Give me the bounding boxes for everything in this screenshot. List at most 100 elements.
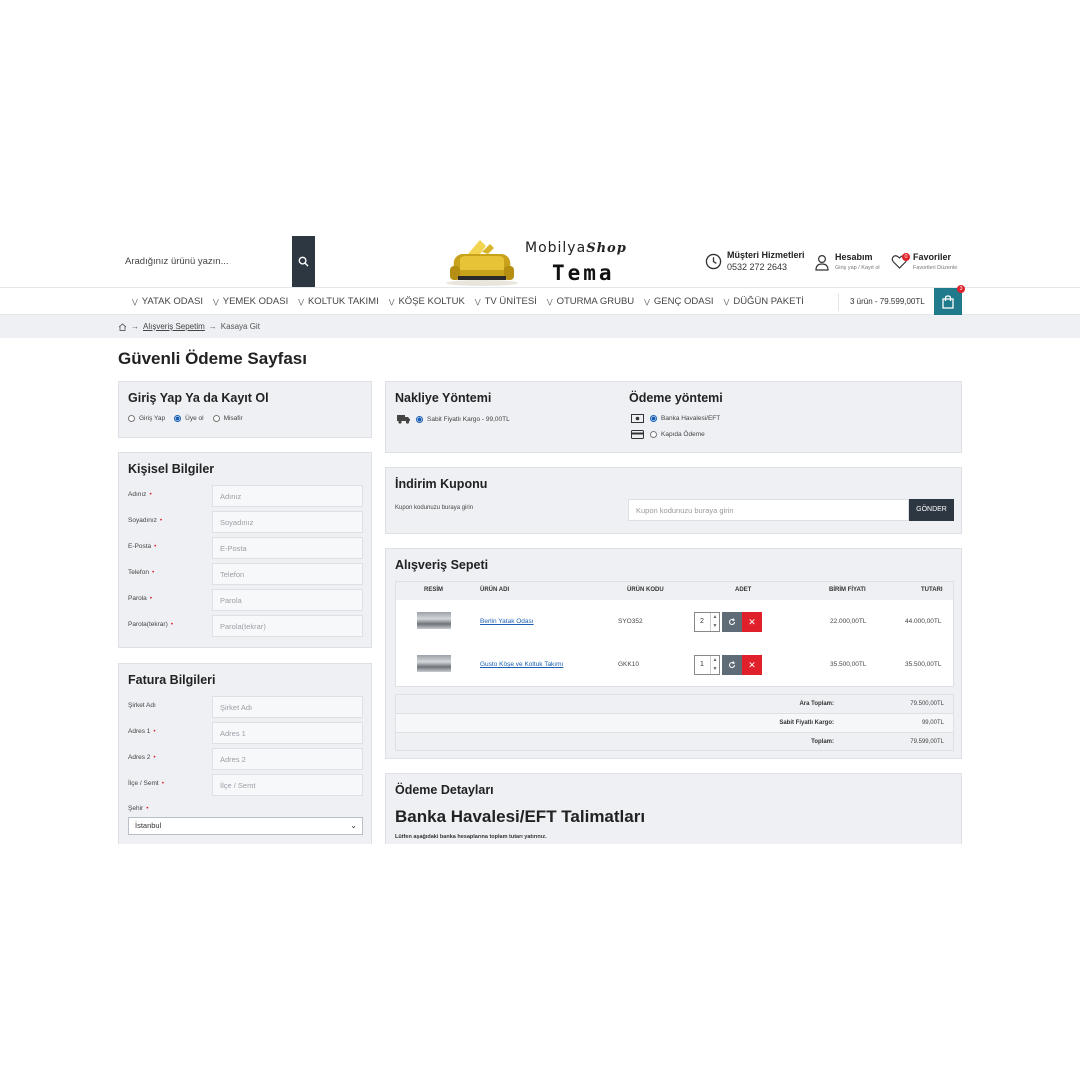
address2-label: Adres 2 • — [128, 754, 156, 761]
chevron-down-icon: ⋁ — [213, 298, 219, 306]
page-title: Güvenli Ödeme Sayfası — [118, 349, 307, 368]
account-link[interactable]: Hesabım Giriş yap / Kayıt ol — [814, 252, 880, 271]
radio-uye-ol[interactable]: Üye ol — [174, 415, 204, 422]
shipping-title: Nakliye Yöntemi — [395, 391, 492, 405]
product-link[interactable]: Berlin Yatak Odası — [480, 618, 534, 625]
radio-giris-yap[interactable]: Giriş Yap — [128, 415, 165, 422]
address2-field[interactable] — [212, 748, 363, 770]
city-select[interactable]: İstanbul ⌄ — [128, 817, 363, 835]
search-button[interactable] — [292, 236, 315, 287]
radio-circle — [212, 415, 220, 422]
cart-button[interactable]: 3 — [934, 285, 965, 316]
shipping-cost-row: Sabit Fiyatlı Kargo: 99,00TL — [396, 714, 953, 733]
search-icon — [298, 256, 309, 267]
product-link[interactable]: Gusto Köşe ve Koltuk Takımı — [480, 661, 563, 668]
nav-item-oturma-grubu[interactable]: ⋁ OTURMA GRUBU — [547, 296, 634, 307]
city-label: Şehir • — [128, 805, 149, 812]
subtotal-row: Ara Toplam: 79.500,00TL — [396, 695, 953, 714]
col-header-total: TUTARI — [921, 587, 943, 593]
nav-item-yatak-odasi[interactable]: ⋁ YATAK ODASI — [132, 296, 203, 307]
product-thumbnail[interactable] — [417, 647, 451, 681]
site-logo[interactable]: MobilyaShop Tema — [440, 236, 650, 287]
customer-service-phone: 0532 272 2643 — [727, 262, 788, 272]
search-input[interactable] — [118, 236, 292, 287]
product-name: Berlin Yatak Odası — [480, 618, 534, 625]
password-field[interactable] — [212, 589, 363, 611]
email-field[interactable] — [212, 537, 363, 559]
radio-misafir[interactable]: Misafir — [212, 415, 243, 422]
row-total: 35.500,00TL — [905, 661, 942, 668]
phone-field[interactable] — [212, 563, 363, 585]
breadcrumb-cart-link[interactable]: Alışveriş Sepetim — [143, 322, 205, 331]
coupon-submit-button[interactable]: GÖNDER — [909, 499, 954, 521]
search-box — [118, 236, 315, 287]
favorites-count-badge: 0 — [902, 253, 910, 261]
quantity-stepper[interactable]: 2 ▲ ▼ — [694, 612, 720, 632]
form-row-company: Şirket Adı — [128, 696, 363, 718]
district-field[interactable] — [212, 774, 363, 796]
home-icon[interactable] — [118, 322, 127, 331]
form-row-address2: Adres 2 • — [128, 748, 363, 770]
form-row-password-repeat: Parola(tekrar) • — [128, 615, 363, 637]
breadcrumb-arrow: → — [131, 322, 139, 331]
favorites-link[interactable]: 0 Favoriler Favorileri Düzenle — [891, 252, 957, 275]
unit-price: 22.000,00TL — [830, 618, 867, 625]
quantity-stepper[interactable]: 1 ▲ ▼ — [694, 655, 720, 675]
shipping-option[interactable]: Sabit Fiyatlı Kargo - 99,00TL — [397, 414, 510, 424]
form-row-password: Parola • — [128, 589, 363, 611]
login-panel: Giriş Yap Ya da Kayıt Ol Giriş Yap Üye o… — [118, 381, 372, 438]
shipping-cost-value: 99,00TL — [921, 720, 944, 726]
product-thumbnail[interactable] — [417, 604, 451, 638]
close-icon: ✕ — [748, 616, 756, 627]
update-quantity-button[interactable] — [722, 655, 742, 675]
remove-item-button[interactable]: ✕ — [742, 655, 762, 675]
address1-label: Adres 1 • — [128, 728, 156, 735]
breadcrumb-current: Kasaya Git — [220, 322, 260, 331]
payment-option-eft[interactable]: Banka Havalesi/EFT — [631, 414, 720, 423]
password-label: Parola • — [128, 595, 153, 602]
remove-item-button[interactable]: ✕ — [742, 612, 762, 632]
nav-item-tv-unitesi[interactable]: ⋁ TV ÜNİTESİ — [475, 296, 537, 307]
nav-item-genc-odasi[interactable]: ⋁ GENÇ ODASI — [644, 296, 713, 307]
form-row-address1: Adres 1 • — [128, 722, 363, 744]
cart-summary[interactable]: 3 ürün - 79.599,00TL — [850, 288, 925, 315]
address1-field[interactable] — [212, 722, 363, 744]
coupon-title: İndirim Kuponu — [395, 477, 488, 491]
customer-service[interactable]: Müşteri Hizmetleri 0532 272 2643 — [705, 250, 805, 272]
nav-item-dugun-paketi[interactable]: ⋁ DÜĞÜN PAKETİ — [724, 296, 804, 307]
nav-item-yemek-odasi[interactable]: ⋁ YEMEK ODASI — [213, 296, 288, 307]
coupon-code-field[interactable] — [628, 499, 909, 521]
update-quantity-button[interactable] — [722, 612, 742, 632]
form-row-email: E-Posta • — [128, 537, 363, 559]
customer-service-title: Müşteri Hizmetleri — [727, 250, 805, 260]
row-total: 44.000,00TL — [905, 618, 942, 625]
stepper-arrows-icon[interactable]: ▲ ▼ — [710, 656, 719, 674]
credit-card-icon — [631, 430, 644, 439]
login-options: Giriş Yap Üye ol Misafir — [128, 415, 252, 422]
last-name-field[interactable] — [212, 511, 363, 533]
sofa-logo-icon — [446, 240, 518, 286]
shipping-payment-panel: Nakliye Yöntemi Sabit Fiyatlı Kargo - 99… — [385, 381, 962, 453]
nav-item-kose-koltuk[interactable]: ⋁ KÖŞE KOLTUK — [389, 296, 465, 307]
chevron-down-icon: ⋁ — [644, 298, 650, 306]
product-name: Gusto Köşe ve Koltuk Takımı — [480, 661, 563, 668]
grand-total-row: Toplam: 79.599,00TL — [396, 733, 953, 752]
nav-item-koltuk-takimi[interactable]: ⋁ KOLTUK TAKIMI — [298, 296, 379, 307]
billing-title: Fatura Bilgileri — [128, 673, 216, 687]
company-field[interactable] — [212, 696, 363, 718]
favorites-subtitle: Favorileri Düzenle — [913, 265, 958, 271]
login-title: Giriş Yap Ya da Kayıt Ol — [128, 391, 269, 405]
product-code: GKK10 — [618, 661, 639, 668]
first-name-field[interactable] — [212, 485, 363, 507]
subtotal-label: Ara Toplam: — [799, 701, 834, 707]
payment-option-cod[interactable]: Kapıda Ödeme — [631, 430, 705, 439]
password-repeat-field[interactable] — [212, 615, 363, 637]
breadcrumb: → Alışveriş Sepetim → Kasaya Git — [118, 315, 260, 338]
col-header-image: RESİM — [424, 587, 444, 593]
payment-details-title: Ödeme Detayları — [395, 783, 494, 797]
close-icon: ✕ — [748, 659, 756, 670]
stepper-arrows-icon[interactable]: ▲ ▼ — [710, 613, 719, 631]
subtotal-value: 79.500,00TL — [910, 701, 944, 707]
chevron-down-icon: ⋁ — [723, 298, 730, 306]
breadcrumb-bar: → Alışveriş Sepetim → Kasaya Git — [0, 315, 1080, 338]
